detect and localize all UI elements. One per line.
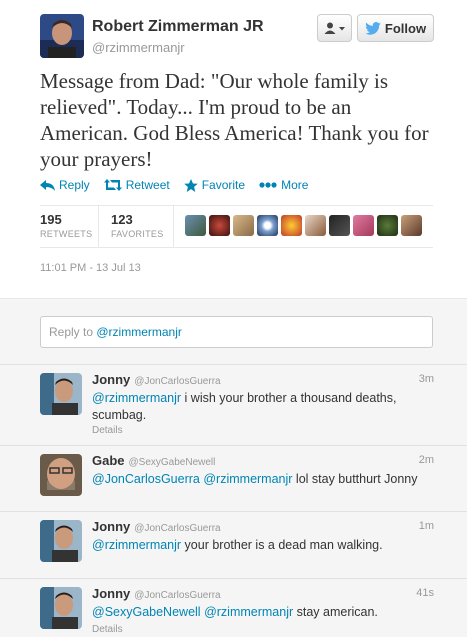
reply-text: @JonCarlosGuerra @rzimmermanjr lol stay … [92, 471, 422, 488]
more-action[interactable]: More [259, 178, 308, 192]
retweets-label: RETWEETS [40, 229, 93, 239]
favorites-count: 123 [111, 212, 133, 227]
reply-text: @rzimmermanjr your brother is a dead man… [92, 537, 422, 554]
reply-action[interactable]: Reply [40, 178, 90, 192]
avatar[interactable] [377, 215, 398, 236]
stat-divider [173, 206, 174, 247]
twitter-bird-icon [365, 21, 381, 35]
retweet-icon [103, 179, 122, 191]
favorites-label: FAVORITES [111, 229, 164, 239]
retweets-count: 195 [40, 212, 62, 227]
reply-author-handle: @JonCarlosGuerra [134, 523, 221, 534]
favorite-action[interactable]: Favorite [183, 178, 246, 192]
details-link[interactable]: Details [92, 624, 123, 635]
avatar[interactable] [305, 215, 326, 236]
favorite-label: Favorite [201, 178, 246, 192]
reply-tweet[interactable]: Gabe @SexyGabeNewell 2m @JonCarlosGuerra … [0, 446, 467, 512]
reply-avatar[interactable] [40, 454, 82, 496]
reply-tweet[interactable]: Jonny @JonCarlosGuerra 3m @rzimmermanjr i… [0, 365, 467, 446]
tweet-text: Message from Dad: "Our whole family is r… [40, 69, 429, 171]
reply-avatar[interactable] [40, 520, 82, 562]
reply-text: @SexyGabeNewell @rzimmermanjr stay ameri… [92, 604, 422, 621]
author-name[interactable]: Robert Zimmerman JR [92, 18, 264, 36]
reply-prefix: Reply to [49, 325, 97, 339]
mention-link[interactable]: @SexyGabeNewell [92, 605, 201, 619]
reply-author[interactable]: Gabe @SexyGabeNewell [92, 453, 215, 468]
tweet-stats: 195 RETWEETS 123 FAVORITES [40, 205, 433, 248]
mention-link[interactable]: @rzimmermanjr [203, 472, 292, 486]
favorites-stat[interactable]: 123 FAVORITES [111, 212, 164, 239]
reply-tweet[interactable]: Jonny @JonCarlosGuerra 1m @rzimmermanjr y… [0, 512, 467, 579]
star-icon [183, 178, 198, 192]
tweet-timestamp[interactable]: 11:01 PM - 13 Jul 13 [40, 262, 141, 274]
reply-time[interactable]: 2m [419, 454, 434, 466]
avatar[interactable] [401, 215, 422, 236]
reply-label: Reply [59, 178, 90, 192]
retweet-action[interactable]: Retweet [103, 178, 170, 192]
user-actions-dropdown[interactable] [317, 14, 352, 42]
reply-composer: Reply to @rzimmermanjr [0, 299, 467, 365]
mention-link[interactable]: @rzimmermanjr [204, 605, 293, 619]
user-avatar-strip [185, 215, 422, 236]
follow-button[interactable]: Follow [357, 14, 434, 42]
reply-author-name: Gabe [92, 453, 125, 468]
avatar[interactable] [353, 215, 374, 236]
conversation-area: Reply to @rzimmermanjr Jonny @JonCarlosGu… [0, 298, 467, 637]
reply-time[interactable]: 41s [416, 587, 434, 599]
tweet-actions: Reply Retweet Favorite More [40, 178, 322, 192]
reply-author-handle: @SexyGabeNewell [128, 457, 216, 468]
reply-body: lol stay butthurt Jonny [292, 472, 418, 486]
reply-author-handle: @JonCarlosGuerra [134, 590, 221, 601]
main-tweet: Robert Zimmerman JR @rzimmermanjr Follow… [0, 0, 467, 298]
reply-author-name: Jonny [92, 586, 131, 601]
user-dropdown-icon [324, 22, 345, 34]
more-dots-icon [259, 182, 277, 188]
details-link[interactable]: Details [92, 425, 123, 436]
author-handle[interactable]: @rzimmermanjr [92, 40, 185, 55]
reply-author[interactable]: Jonny @JonCarlosGuerra [92, 586, 221, 601]
reply-author[interactable]: Jonny @JonCarlosGuerra [92, 519, 221, 534]
avatar[interactable] [233, 215, 254, 236]
avatar[interactable] [209, 215, 230, 236]
author-avatar[interactable] [40, 14, 84, 58]
reply-author-handle: @JonCarlosGuerra [134, 376, 221, 387]
reply-handle: @rzimmermanjr [96, 325, 182, 339]
reply-body: your brother is a dead man walking. [181, 538, 383, 552]
retweets-stat[interactable]: 195 RETWEETS [40, 212, 92, 239]
avatar[interactable] [329, 215, 350, 236]
reply-text: @rzimmermanjr i wish your brother a thou… [92, 390, 422, 424]
reply-author[interactable]: Jonny @JonCarlosGuerra [92, 372, 221, 387]
reply-time[interactable]: 3m [419, 373, 434, 385]
reply-author-name: Jonny [92, 372, 131, 387]
more-label: More [281, 178, 309, 192]
reply-avatar[interactable] [40, 587, 82, 629]
reply-body: stay american. [293, 605, 378, 619]
reply-time[interactable]: 1m [419, 520, 434, 532]
reply-tweet[interactable]: Jonny @JonCarlosGuerra 41s @SexyGabeNewel… [0, 579, 467, 637]
avatar[interactable] [281, 215, 302, 236]
avatar[interactable] [257, 215, 278, 236]
avatar[interactable] [185, 215, 206, 236]
reply-avatar[interactable] [40, 373, 82, 415]
retweet-label: Retweet [125, 178, 170, 192]
reply-author-name: Jonny [92, 519, 131, 534]
mention-link[interactable]: @rzimmermanjr [92, 391, 181, 405]
reply-input[interactable]: Reply to @rzimmermanjr [40, 316, 433, 348]
mention-link[interactable]: @JonCarlosGuerra [92, 472, 200, 486]
stat-divider [98, 206, 99, 247]
mention-link[interactable]: @rzimmermanjr [92, 538, 181, 552]
reply-icon [40, 179, 55, 191]
follow-label: Follow [384, 20, 427, 36]
